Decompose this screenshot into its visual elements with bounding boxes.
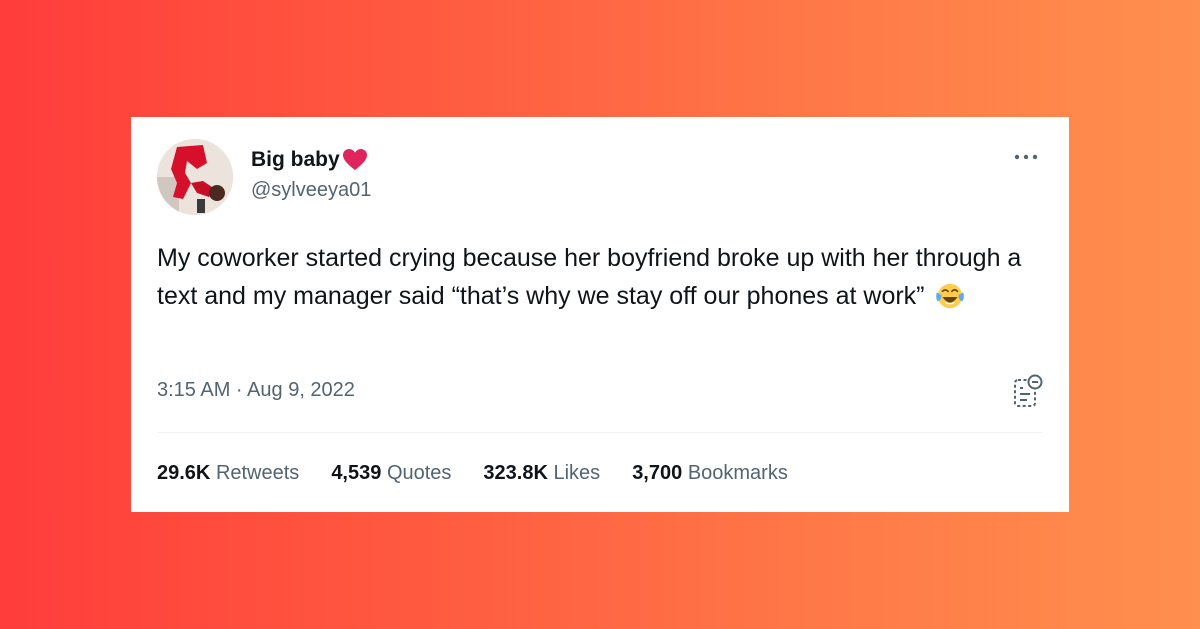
author-handle[interactable]: @sylveeya01 (251, 179, 371, 202)
tweet-text: My coworker started crying because her b… (157, 244, 1022, 310)
divider (157, 432, 1043, 433)
heart-icon (342, 149, 367, 170)
stat-label: Quotes (386, 462, 452, 484)
stat-count: 4,539 (331, 462, 382, 484)
author-name-text: Big baby (251, 148, 340, 171)
tweet-card: Big baby @sylveeya01 My coworker started… (131, 117, 1069, 512)
tweet-body: My coworker started crying because her b… (157, 239, 1037, 315)
face-with-tears-of-joy-icon (936, 283, 965, 309)
stat-quotes[interactable]: 4,539 Quotes (331, 462, 451, 485)
stat-count: 3,700 (632, 462, 683, 484)
more-icon (1014, 154, 1038, 160)
community-notes-icon (1014, 374, 1043, 407)
stat-label: Bookmarks (687, 462, 788, 484)
stat-count: 29.6K (157, 462, 211, 484)
tweet-timestamp[interactable]: 3:15 AM · Aug 9, 2022 (157, 379, 355, 402)
author-display-name[interactable]: Big baby (251, 148, 368, 172)
avatar-image (157, 139, 233, 215)
community-notes-button[interactable] (1013, 374, 1043, 408)
more-options-button[interactable] (1011, 147, 1041, 167)
stat-label: Retweets (215, 462, 300, 484)
stat-likes[interactable]: 323.8K Likes (483, 462, 600, 485)
stat-retweets[interactable]: 29.6K Retweets (157, 462, 299, 485)
stat-count: 323.8K (483, 462, 548, 484)
stat-label: Likes (553, 462, 601, 484)
engagement-stats: 29.6K Retweets 4,539 Quotes 323.8K Likes… (157, 462, 788, 485)
stat-bookmarks[interactable]: 3,700 Bookmarks (632, 462, 788, 485)
avatar[interactable] (157, 139, 233, 215)
